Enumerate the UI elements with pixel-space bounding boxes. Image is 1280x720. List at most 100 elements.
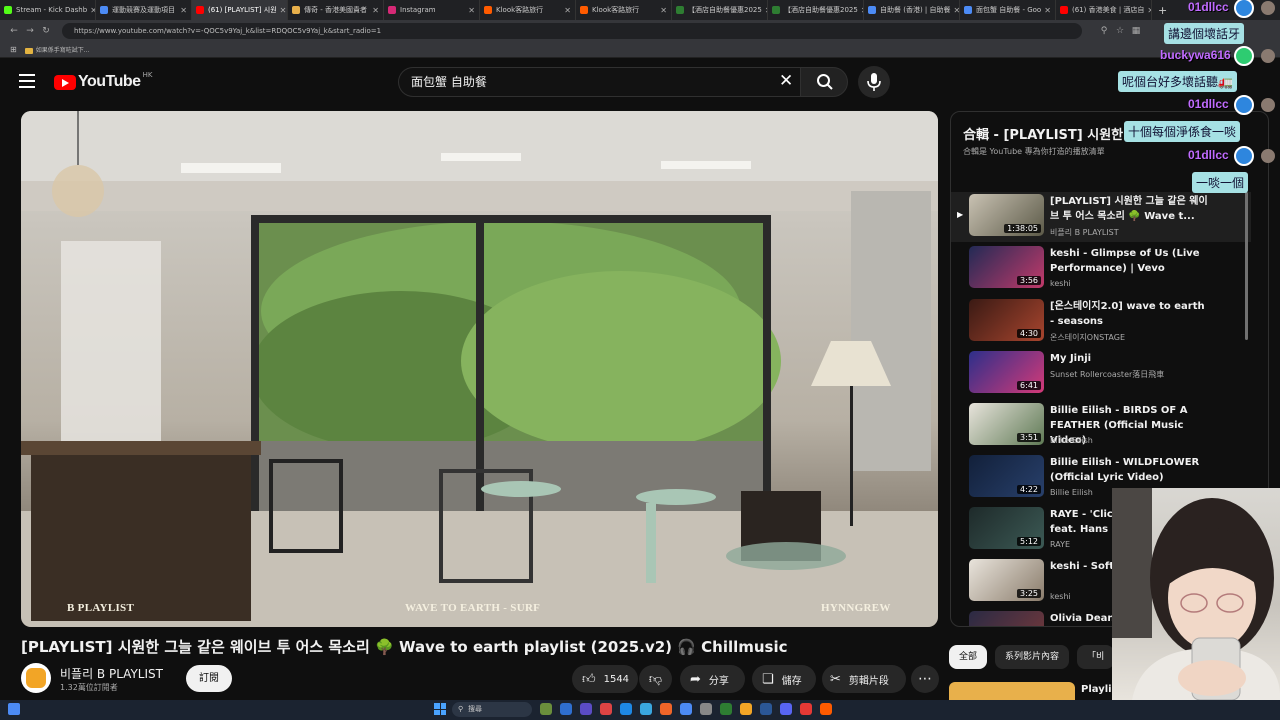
like-button[interactable]: 👍︎ 1544 <box>572 665 638 693</box>
playlist-item-channel: Billie Eilish <box>1050 488 1093 497</box>
playlist-subtitle: 合輯是 YouTube 專為你打造的播放清單 <box>963 147 1105 156</box>
channel-name[interactable]: 비플리 B PLAYLIST <box>60 665 163 682</box>
zoom-icon[interactable]: ⚲ <box>1096 26 1112 36</box>
share-button[interactable]: ➦ 分享 <box>680 665 745 693</box>
taskbar-app-icon[interactable] <box>740 703 752 715</box>
close-tab-icon[interactable]: ✕ <box>369 6 379 15</box>
browser-tab[interactable]: Klook客路旅行 ✕ <box>480 0 576 20</box>
clear-search-icon[interactable]: ✕ <box>779 73 793 90</box>
bookmark-item[interactable]: 如果係手寫咗試下... <box>24 45 89 54</box>
taskbar-app-icon[interactable] <box>560 703 572 715</box>
new-tab-icon[interactable]: + <box>1152 4 1167 17</box>
close-tab-icon[interactable]: ✕ <box>177 6 187 15</box>
save-label: 儲存 <box>781 675 802 687</box>
voice-search-button[interactable] <box>858 66 890 98</box>
playlist-scrollbar[interactable] <box>1245 192 1248 340</box>
subscribe-button[interactable]: 訂閱 <box>186 665 232 692</box>
playlist-item-title: My Jinji <box>1050 353 1092 364</box>
video-frame-scene <box>21 111 938 627</box>
widgets-icon[interactable] <box>8 703 20 715</box>
taskbar-app-icon[interactable] <box>640 703 652 715</box>
close-tab-icon[interactable]: ✕ <box>657 6 667 15</box>
playlist-item-channel: keshi <box>1050 279 1071 288</box>
share-icon: ➦ <box>690 671 701 687</box>
reload-icon[interactable]: ↻ <box>38 26 54 36</box>
tab-title: 面包蟹 自助餐 - Goo <box>976 6 1042 14</box>
taskbar-search[interactable]: ⚲ 搜尋 <box>452 702 532 717</box>
filter-chip[interactable]: 「비 <box>1077 645 1115 669</box>
filter-chip[interactable]: 系列影片內容 <box>995 645 1070 669</box>
taskbar-app-icon[interactable] <box>620 703 632 715</box>
video-duration: 3:51 <box>1017 433 1041 442</box>
close-tab-icon[interactable]: ✕ <box>277 6 287 15</box>
url-field[interactable]: https://www.youtube.com/watch?v=-QOC5v9Y… <box>62 23 1082 39</box>
close-tab-icon[interactable]: ✕ <box>1144 6 1151 15</box>
video-overlay-left-text: B PLAYLIST <box>67 602 135 614</box>
browser-tab[interactable]: Instagram ✕ <box>384 0 480 20</box>
playlist-item[interactable]: ▶ 1:38:05 [PLAYLIST] 시원한 그늘 같은 웨이브 투 어스 목소… <box>951 192 1251 242</box>
browser-tab[interactable]: Klook客路旅行 ✕ <box>576 0 672 20</box>
taskbar-app-icon[interactable] <box>680 703 692 715</box>
taskbar-app-icon[interactable] <box>780 703 792 715</box>
taskbar-app-icon[interactable] <box>580 703 592 715</box>
taskbar-app-icon[interactable] <box>700 703 712 715</box>
taskbar-app-icon[interactable] <box>760 703 772 715</box>
browser-tab[interactable]: 傳奇 - 香港美國貴者 ✕ <box>288 0 384 20</box>
more-actions-button[interactable]: ⋯ <box>911 665 939 693</box>
thumbs-down-icon: 👎︎ <box>648 671 663 687</box>
taskbar-app-icon[interactable] <box>720 703 732 715</box>
channel-avatar[interactable] <box>21 663 51 693</box>
playlist-thumbnail: 3:25 <box>969 559 1044 601</box>
close-tab-icon[interactable]: ✕ <box>951 6 960 15</box>
browser-tab[interactable]: 【酒店自助餐優惠2025✕ <box>768 0 864 20</box>
save-button[interactable]: ❏ 儲存 <box>752 665 816 693</box>
close-tab-icon[interactable]: ✕ <box>465 6 475 15</box>
tab-title: 自助餐 (香港) | 自助餐 <box>880 6 951 14</box>
playlist-item-title: Billie Eilish - WILDFLOWER (Official Lyr… <box>1050 457 1200 483</box>
back-icon[interactable]: ← <box>6 26 22 36</box>
playlist-item[interactable]: 6:41 My Jinji Sunset Rollercoaster落日飛車 <box>951 349 1251 399</box>
search-button[interactable] <box>800 67 848 97</box>
playlist-item[interactable]: 3:51 Billie Eilish - BIRDS OF A FEATHER (… <box>951 401 1251 451</box>
browser-tab[interactable]: (61) [PLAYLIST] 시원 ✕ <box>192 0 288 20</box>
next-card[interactable] <box>949 682 1075 700</box>
playlist-item-channel: keshi <box>1050 592 1071 601</box>
windows-start-icon[interactable] <box>434 703 446 715</box>
close-tab-icon[interactable]: ✕ <box>87 6 95 15</box>
menu-icon[interactable] <box>19 74 35 88</box>
youtube-logo[interactable]: YouTube HK <box>54 71 152 91</box>
apps-icon[interactable]: ⊞ <box>10 45 17 54</box>
share-label: 分享 <box>708 675 729 687</box>
taskbar-app-icon[interactable] <box>820 703 832 715</box>
browser-tab[interactable]: (61) 香港美食 | 酒店自✕ <box>1056 0 1152 20</box>
clip-button[interactable]: ✂ 剪輯片段 <box>822 665 906 693</box>
browser-tab[interactable]: 面包蟹 自助餐 - Goo ✕ <box>960 0 1056 20</box>
scissors-icon: ✂ <box>830 671 841 687</box>
playlist-item[interactable]: 4:30 [온스테이지2.0] wave to earth - seasons 온스… <box>951 297 1251 347</box>
close-tab-icon[interactable]: ✕ <box>561 6 571 15</box>
tab-title: (61) 香港美食 | 酒店自 <box>1072 6 1145 14</box>
browser-tab[interactable]: Stream - Kick Dashb✕ <box>0 0 96 20</box>
playlist-item[interactable]: 3:56 keshi - Glimpse of Us (Live Performa… <box>951 244 1251 294</box>
filter-chip[interactable]: 全部 <box>949 645 988 669</box>
chat-message: 十個每個淨係食一啖 <box>1124 121 1241 142</box>
close-tab-icon[interactable]: ✕ <box>1041 6 1051 15</box>
forward-icon[interactable]: → <box>22 26 38 36</box>
extensions-icon[interactable]: ▦ <box>1128 26 1144 36</box>
tab-title: (61) [PLAYLIST] 시원 <box>208 6 277 14</box>
browser-tab[interactable]: 【酒店自助餐優惠2025✕ <box>672 0 768 20</box>
subscriber-count: 1.32萬位訂閱者 <box>60 683 118 692</box>
taskbar-app-icon[interactable] <box>540 703 552 715</box>
search-input[interactable]: 面包蟹 自助餐 <box>398 67 806 97</box>
dislike-button[interactable]: 👎︎ <box>639 665 672 693</box>
browser-tab[interactable]: 自助餐 (香港) | 自助餐 ✕ <box>864 0 960 20</box>
bookmark-star-icon[interactable]: ☆ <box>1112 26 1128 36</box>
video-player[interactable]: B PLAYLIST WAVE TO EARTH - SURF HYNNGREW <box>21 111 938 627</box>
taskbar-app-icon[interactable] <box>600 703 612 715</box>
playlist-item-channel: 온스테이지ONSTAGE <box>1050 333 1126 342</box>
taskbar-app-icon[interactable] <box>800 703 812 715</box>
tab-favicon-icon <box>868 6 876 14</box>
taskbar-app-icon[interactable] <box>660 703 672 715</box>
video-title: [PLAYLIST] 시원한 그늘 같은 웨이브 투 어스 목소리 🌳 Wave… <box>21 638 788 656</box>
browser-tab[interactable]: 運動競賽及運動項目 ✕ <box>96 0 192 20</box>
